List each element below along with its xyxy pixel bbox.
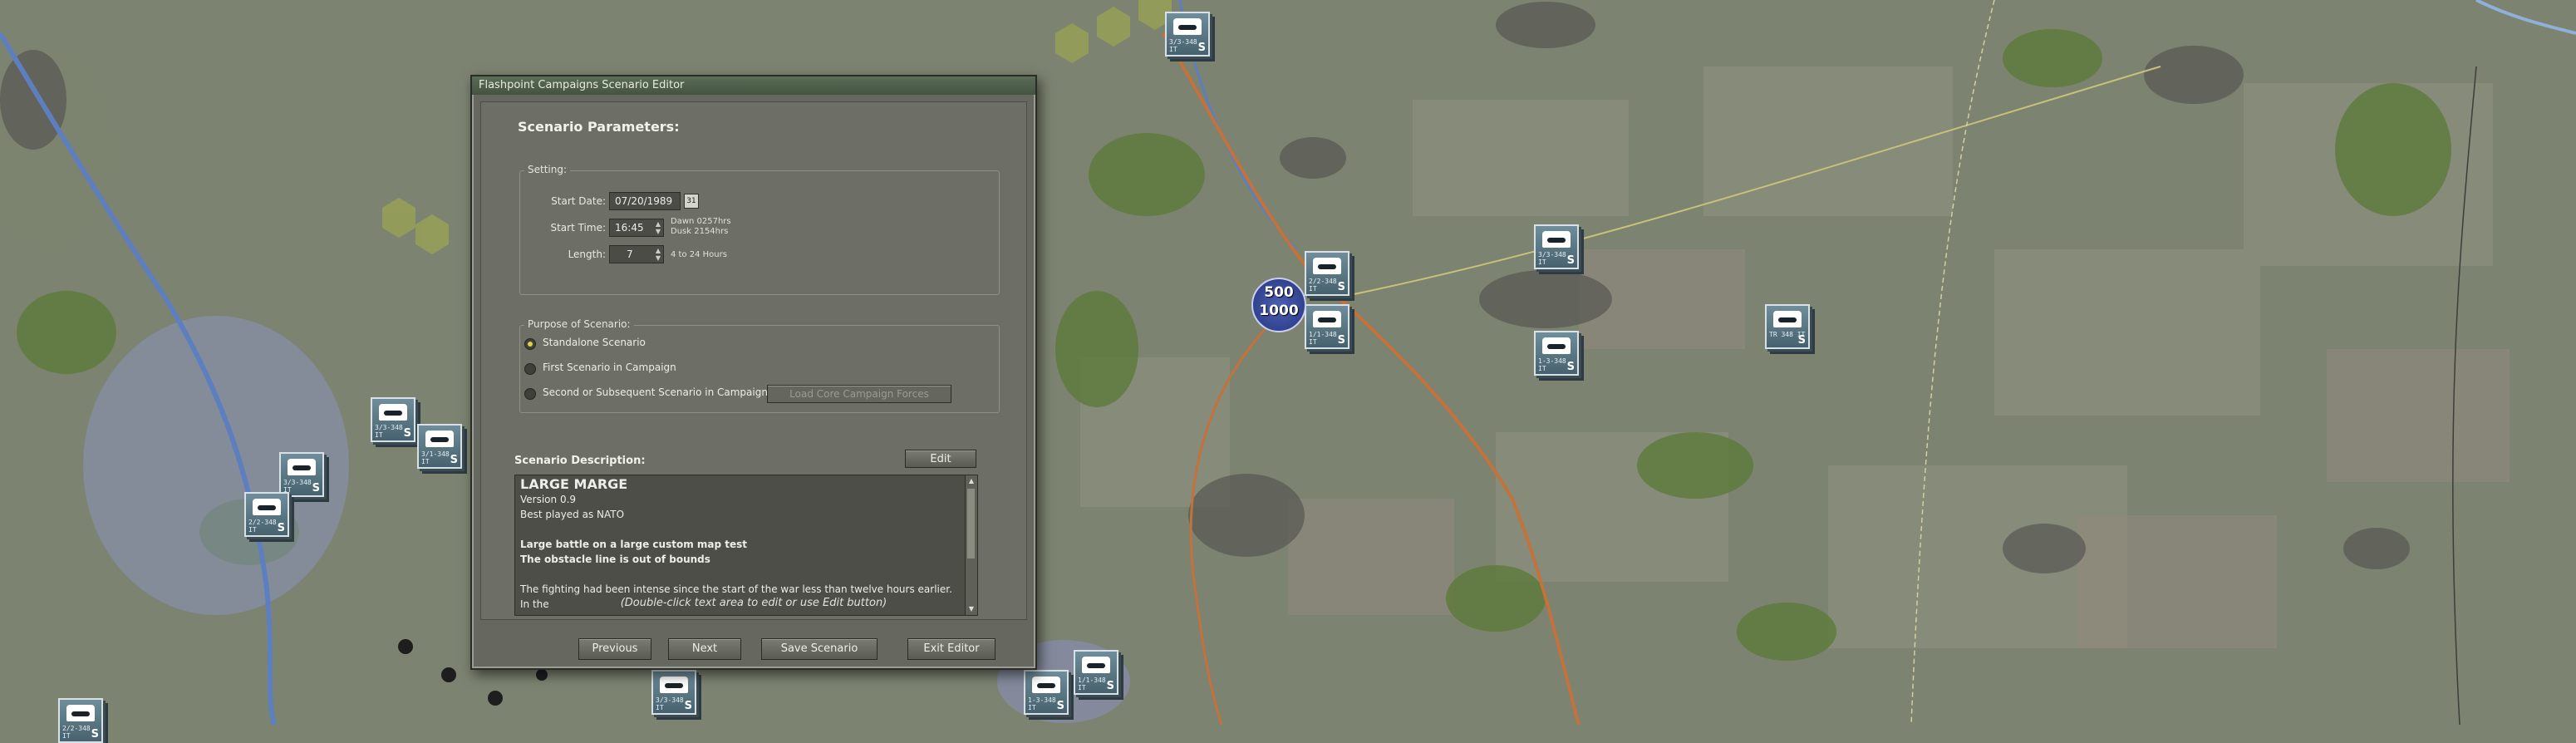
radio-label[interactable]: Standalone Scenario	[543, 337, 646, 348]
map-unit[interactable]: 3/3-348 IT S	[651, 670, 696, 715]
objective-marker[interactable]: 500 1000	[1251, 278, 1306, 332]
scenario-parameters-panel: Scenario Parameters: Setting: Start Date…	[480, 101, 1027, 620]
hq-icon	[379, 404, 407, 421]
tank-icon	[1082, 657, 1110, 673]
map-unit[interactable]: 3/1-348 IT S	[417, 424, 462, 469]
previous-button[interactable]: Previous	[578, 638, 651, 660]
start-date-field[interactable]: 07/20/1989	[609, 192, 681, 210]
description-label: Scenario Description:	[514, 455, 646, 467]
exit-editor-button[interactable]: Exit Editor	[907, 638, 995, 660]
calendar-icon[interactable]: 31	[684, 194, 699, 209]
dawn-time: Dawn 0257hrs	[671, 217, 731, 226]
edit-button[interactable]: Edit	[905, 450, 976, 468]
radio-label[interactable]: Second or Subsequent Scenario in Campaig…	[543, 386, 768, 398]
tank-icon	[1313, 258, 1341, 274]
purpose-legend: Purpose of Scenario:	[524, 318, 634, 330]
save-scenario-button[interactable]: Save Scenario	[761, 638, 878, 660]
spinner-icon[interactable]: ▲ ▼	[654, 220, 662, 235]
tank-icon	[1173, 18, 1202, 35]
map-unit[interactable]: TR 348 IT S	[1765, 304, 1810, 349]
tank-icon	[1542, 231, 1571, 248]
scrollbar-thumb[interactable]	[967, 489, 975, 558]
description-text-area[interactable]: LARGE MARGE Version 0.9 Best played as N…	[514, 475, 978, 616]
tactical-map[interactable]	[0, 0, 2576, 725]
scenario-editor-dialog: Flashpoint Campaigns Scenario Editor Sce…	[470, 75, 1037, 670]
next-button[interactable]: Next	[668, 638, 741, 660]
map-unit[interactable]: 2/2-348 IT S	[244, 492, 289, 537]
window-title[interactable]: Flashpoint Campaigns Scenario Editor	[472, 76, 1035, 95]
start-time-field[interactable]: 16:45 ▲ ▼	[609, 219, 664, 237]
map-unit[interactable]: 2/2-348 IT S	[1305, 251, 1349, 296]
length-hint: 4 to 24 Hours	[671, 250, 727, 259]
scroll-up-icon[interactable]: ▲	[966, 475, 977, 487]
hq-icon	[288, 459, 316, 475]
start-date-label: Start Date:	[551, 195, 606, 207]
map-unit[interactable]: 1-3-348 IT S	[1534, 331, 1579, 376]
dusk-time: Dusk 2154hrs	[671, 227, 729, 236]
radio-label[interactable]: First Scenario in Campaign	[543, 362, 676, 373]
tank-icon	[1773, 311, 1802, 327]
length-stepper[interactable]: 7 ▲ ▼	[609, 245, 664, 263]
map-unit[interactable]: 2/2-348 IT S	[58, 698, 103, 743]
map-unit[interactable]: 3/3-348 IT S	[1165, 12, 1210, 57]
page-title: Scenario Parameters:	[518, 119, 680, 135]
setting-legend: Setting:	[524, 164, 571, 175]
map-unit[interactable]: 1/1-348 IT S	[1074, 650, 1118, 695]
map-unit[interactable]: 1-3-348 IT S	[1024, 670, 1069, 715]
hq-icon	[253, 499, 281, 515]
hq-icon	[425, 431, 454, 447]
tank-icon	[66, 705, 95, 721]
spinner-icon[interactable]: ▲ ▼	[654, 247, 662, 262]
map-unit[interactable]: 3/3-348 IT S	[279, 452, 324, 497]
tank-icon	[1032, 677, 1060, 693]
hq-icon	[1313, 311, 1341, 327]
map-unit[interactable]: 3/3-348 IT S	[1534, 224, 1579, 269]
description-scrollbar[interactable]: ▲ ▼	[965, 475, 977, 615]
radio-subsequent-in-campaign[interactable]	[524, 388, 536, 400]
map-unit[interactable]: 1/1-348 IT S	[1305, 304, 1349, 349]
tank-icon	[1542, 337, 1571, 354]
load-core-forces-button[interactable]: Load Core Campaign Forces	[767, 385, 951, 403]
radio-first-in-campaign[interactable]	[524, 363, 536, 375]
dialog-footer: Previous Next Save Scenario Exit Editor	[472, 628, 1035, 668]
map-unit[interactable]: 3/3-348 IT S	[371, 397, 415, 442]
radio-standalone[interactable]	[524, 338, 536, 350]
description-hint: (Double-click text area to edit or use E…	[620, 597, 887, 609]
length-label: Length:	[568, 248, 606, 260]
start-time-label: Start Time:	[550, 222, 606, 234]
tank-icon	[660, 677, 688, 693]
